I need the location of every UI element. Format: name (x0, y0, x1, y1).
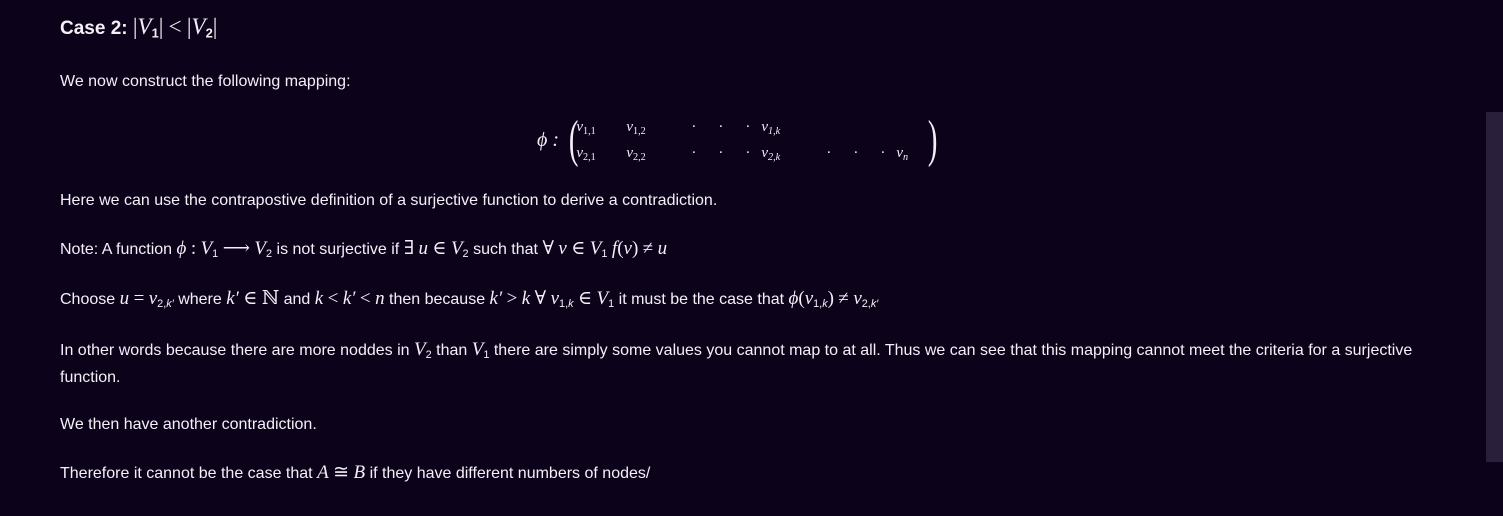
case-heading: Case 2: |V1| < |V2| (60, 14, 217, 40)
matrix-cell: vn (896, 144, 909, 163)
choose-paragraph: Choose u = v2,k′ where k′ ∈ ℕ and k < k′… (60, 288, 879, 311)
choose-text: it must be the case that (618, 291, 785, 308)
other-words-text: than (436, 342, 468, 359)
matrix-dot: · (691, 118, 697, 135)
note-text: Note: A function (60, 241, 173, 258)
case-heading-label: Case 2: (60, 18, 128, 39)
matrix-dot: · (826, 144, 832, 161)
phi-symbol: ϕ : (537, 128, 560, 151)
matrix-cell: v2,1 (576, 144, 596, 163)
matrix-cell: v2,k (761, 144, 781, 163)
matrix-dot: · (745, 144, 751, 161)
matrix-dot: · (718, 118, 724, 135)
note-text: is not surjective if (276, 241, 400, 258)
choose-text: then because (389, 291, 486, 308)
other-words-text: In other words because there are more no… (60, 342, 410, 359)
matrix-dot: · (853, 144, 859, 161)
choose-text: and (283, 291, 311, 308)
matrix-dot: · (745, 118, 751, 135)
right-paren: ) (928, 111, 938, 168)
other-words-paragraph: In other words because there are more no… (60, 339, 1413, 386)
matrix-cell: v1,1 (576, 118, 596, 137)
note-text: such that (473, 241, 538, 258)
choose-text: where (178, 291, 222, 308)
note-paragraph: Note: A function ϕ : V1 ⟶ V2 is not surj… (60, 238, 668, 261)
contrapositive-paragraph: Here we can use the contrapostive defini… (60, 192, 718, 209)
therefore-paragraph: Therefore it cannot be the case that A ≅… (60, 462, 651, 483)
matrix-dot: · (880, 144, 886, 161)
therefore-text: if they have different numbers of nodes/ (369, 465, 651, 482)
matrix-cell: v1,k (761, 118, 781, 137)
matrix-grid: v1,1 v1,2 · · · v1,k v2,1 v2,2 · · · v2,… (576, 114, 928, 166)
matrix-dot: · (691, 144, 697, 161)
matrix-cell: v2,2 (626, 144, 646, 163)
another-paragraph: We then have another contradiction. (60, 416, 317, 433)
case-heading-math: |V1| < |V2| (132, 14, 218, 41)
matrix-cell: v1,2 (626, 118, 646, 137)
scrollbar[interactable] (1486, 112, 1503, 462)
choose-text: Choose (60, 291, 116, 308)
matrix-dot: · (718, 144, 724, 161)
intro-paragraph: We now construct the following mapping: (60, 73, 351, 90)
mapping-matrix: ϕ : ( v1,1 v1,2 · · · v1,k v2,1 v2,2 · ·… (537, 114, 942, 166)
therefore-text: Therefore it cannot be the case that (60, 465, 313, 482)
left-paren: ( (568, 111, 579, 168)
